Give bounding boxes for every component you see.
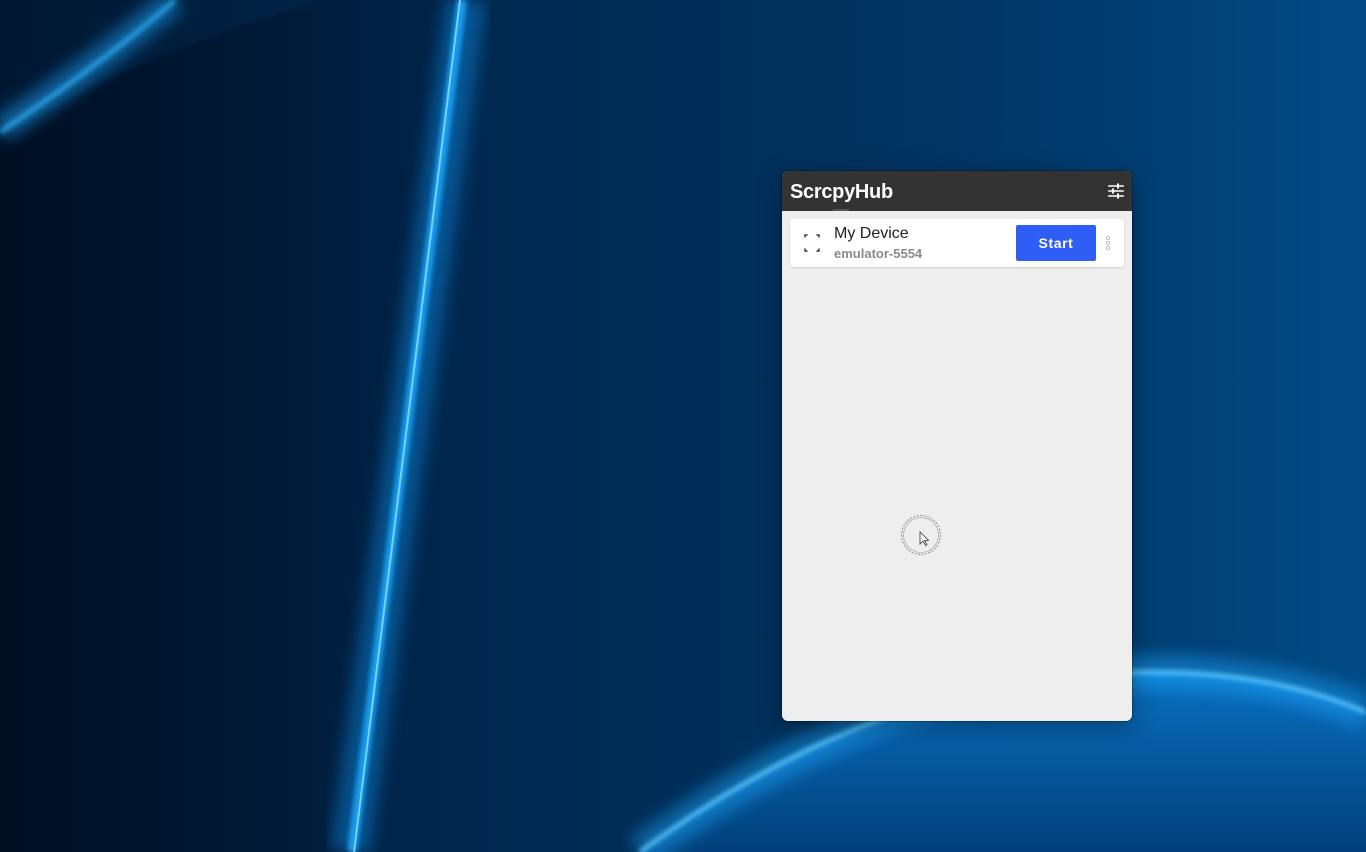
tune-sliders-icon (1108, 183, 1124, 199)
device-name: My Device (834, 225, 909, 242)
scrcpyhub-window: ScrcpyHub My Device emulator-5554 Start (782, 171, 1132, 721)
device-loading-icon (804, 234, 820, 252)
more-vertical-icon (1105, 235, 1111, 251)
settings-button[interactable] (1106, 181, 1126, 201)
device-menu-button[interactable] (1102, 233, 1114, 253)
desktop: ScrcpyHub My Device emulator-5554 Start (0, 0, 1366, 852)
device-list: My Device emulator-5554 Start (782, 211, 1132, 721)
wallpaper (0, 0, 1366, 852)
device-card: My Device emulator-5554 Start (790, 219, 1124, 267)
cursor-icon (901, 515, 941, 555)
device-serial: emulator-5554 (834, 246, 923, 261)
start-button[interactable]: Start (1016, 225, 1096, 261)
app-title: ScrcpyHub (790, 181, 893, 203)
titlebar: ScrcpyHub (782, 171, 1132, 211)
